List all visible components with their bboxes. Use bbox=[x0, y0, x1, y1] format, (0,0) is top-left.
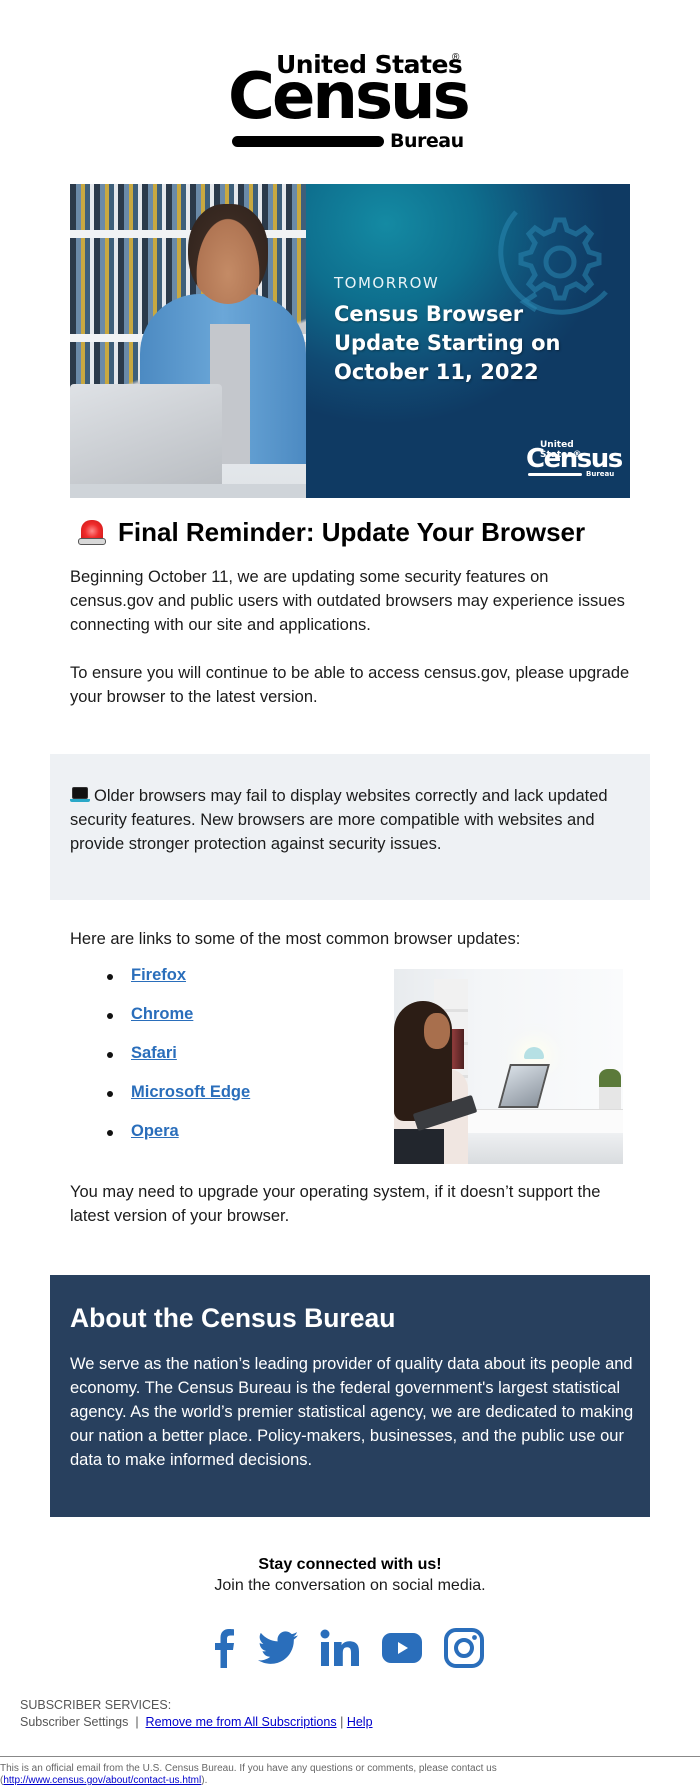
browser-links-list: Firefox Chrome Safari Microsoft Edge Ope… bbox=[107, 966, 250, 1161]
callout-content: Older browsers may fail to display websi… bbox=[70, 784, 630, 856]
about-section: About the Census Bureau We serve as the … bbox=[50, 1275, 650, 1517]
footer-text: This is an official email from the U.S. … bbox=[0, 1763, 497, 1774]
hero-text-panel: TOMORROW Census Browser Update Starting … bbox=[306, 184, 630, 498]
info-callout: Older browsers may fail to display websi… bbox=[50, 754, 650, 900]
laptop-base bbox=[70, 799, 90, 802]
desk bbox=[70, 484, 306, 498]
logo-bureau: Bureau bbox=[390, 130, 464, 152]
about-title: About the Census Bureau bbox=[70, 1303, 396, 1333]
microsoft-edge-link[interactable]: Microsoft Edge bbox=[131, 1083, 250, 1102]
bookshelf bbox=[70, 230, 306, 238]
police-car-light-icon bbox=[78, 519, 106, 546]
desk-lamp bbox=[524, 1047, 544, 1059]
person-face bbox=[424, 1013, 450, 1049]
social-icons bbox=[210, 1628, 506, 1673]
list-item: Safari bbox=[107, 1044, 250, 1083]
person-head bbox=[188, 204, 268, 304]
about-text: We serve as the nation’s leading provide… bbox=[70, 1355, 634, 1469]
os-upgrade-note: You may need to upgrade your operating s… bbox=[70, 1183, 601, 1225]
bullet bbox=[107, 1091, 113, 1097]
bullet bbox=[107, 1130, 113, 1136]
youtube-icon[interactable] bbox=[382, 1633, 422, 1668]
subscriber-links: Subscriber Settings | Remove me from All… bbox=[20, 1715, 373, 1729]
logo-census: Census bbox=[228, 60, 471, 134]
safari-link[interactable]: Safari bbox=[131, 1044, 177, 1063]
laptop-image bbox=[498, 1064, 550, 1108]
chrome-link[interactable]: Chrome bbox=[131, 1005, 193, 1024]
callout-text: Older browsers may fail to display websi… bbox=[70, 787, 608, 853]
list-item: Opera bbox=[107, 1122, 250, 1161]
intro-paragraph-1: Beginning October 11, we are updating so… bbox=[70, 568, 625, 634]
footer-divider bbox=[0, 1756, 700, 1757]
mini-logo-bar bbox=[528, 473, 582, 476]
subscriber-services-label: SUBSCRIBER SERVICES: bbox=[20, 1698, 172, 1712]
laptop-screen bbox=[72, 787, 88, 799]
laptop-icon bbox=[70, 787, 90, 803]
plant bbox=[599, 1069, 621, 1089]
unsubscribe-all-link[interactable]: Remove me from All Subscriptions bbox=[146, 1715, 337, 1729]
firefox-link[interactable]: Firefox bbox=[131, 966, 186, 985]
linkedin-icon[interactable] bbox=[320, 1629, 360, 1672]
hero-banner[interactable]: TOMORROW Census Browser Update Starting … bbox=[70, 184, 630, 498]
mini-logo-bureau: Bureau bbox=[586, 470, 615, 478]
help-link[interactable]: Help bbox=[347, 1715, 373, 1729]
twitter-icon[interactable] bbox=[258, 1631, 298, 1670]
list-item: Firefox bbox=[107, 966, 250, 1005]
footer-disclaimer: This is an official email from the U.S. … bbox=[0, 1763, 700, 1787]
woman-at-laptop-photo bbox=[394, 969, 623, 1164]
bullet bbox=[107, 974, 113, 980]
siren-dome bbox=[81, 519, 103, 540]
laptop-image bbox=[70, 384, 222, 488]
desk bbox=[464, 1109, 623, 1133]
social-subheading: Join the conversation on social media. bbox=[214, 1577, 486, 1594]
bullet bbox=[107, 1052, 113, 1058]
opera-link[interactable]: Opera bbox=[131, 1122, 179, 1141]
headline: Final Reminder: Update Your Browser bbox=[78, 517, 585, 548]
social-heading: Stay connected with us! bbox=[258, 1556, 442, 1573]
desk-front bbox=[464, 1133, 623, 1164]
plant-pot bbox=[599, 1087, 621, 1109]
intro-paragraph-2: To ensure you will continue to be able t… bbox=[70, 664, 630, 706]
separator: | bbox=[340, 1715, 344, 1729]
person-pants bbox=[394, 1129, 444, 1164]
bullet bbox=[107, 1013, 113, 1019]
hero-kicker: TOMORROW bbox=[334, 274, 440, 292]
hero-census-logo: United States® Census Bureau bbox=[526, 440, 623, 480]
separator: | bbox=[135, 1715, 139, 1729]
list-item: Chrome bbox=[107, 1005, 250, 1044]
page-title: Final Reminder: Update Your Browser bbox=[118, 517, 586, 547]
subscriber-settings-link[interactable]: Subscriber Settings bbox=[20, 1715, 128, 1729]
browser-links-intro: Here are links to some of the most commo… bbox=[70, 930, 521, 948]
census-bureau-logo[interactable]: United States ® Census Bureau bbox=[228, 50, 472, 154]
hero-title: Census Browser Update Starting on Octobe… bbox=[334, 302, 561, 384]
siren-base bbox=[78, 537, 106, 545]
facebook-icon[interactable] bbox=[210, 1628, 236, 1673]
instagram-icon[interactable] bbox=[444, 1628, 484, 1673]
contact-us-link[interactable]: http://www.census.gov/about/contact-us.h… bbox=[3, 1775, 201, 1786]
footer-paren-close: ). bbox=[201, 1775, 208, 1786]
logo-underline-bar bbox=[232, 136, 384, 147]
list-item: Microsoft Edge bbox=[107, 1083, 250, 1122]
hero-photo-man-with-laptop bbox=[70, 184, 306, 498]
